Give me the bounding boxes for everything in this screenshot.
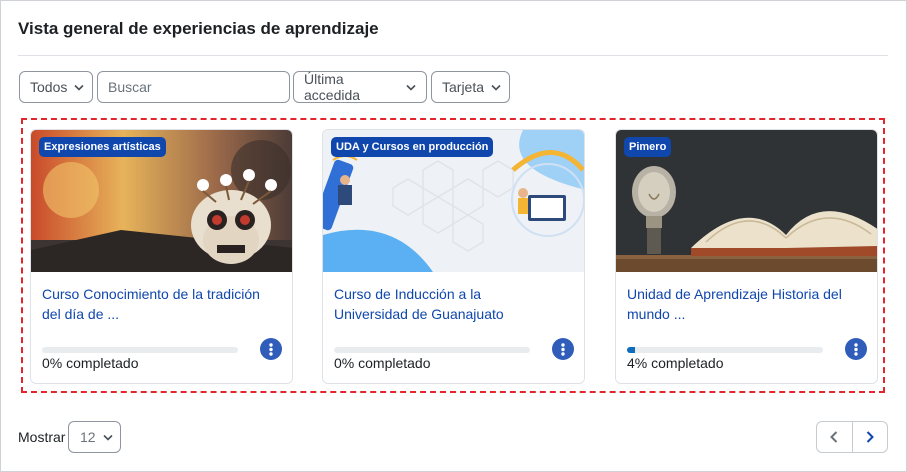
search-input[interactable] — [97, 71, 290, 103]
course-actions-button[interactable] — [260, 338, 282, 360]
course-actions-button[interactable] — [552, 338, 574, 360]
more-options-icon — [854, 342, 858, 356]
course-title-link[interactable]: Curso Conocimiento de la tradición del d… — [42, 284, 262, 324]
course-title-link[interactable]: Unidad de Aprendizaje Historia del mundo… — [627, 284, 847, 324]
grouping-dropdown[interactable]: Todos — [19, 71, 93, 103]
course-title-link[interactable]: Curso de Inducción a la Universidad de G… — [334, 284, 554, 324]
progress-bar — [627, 347, 823, 353]
chevron-down-icon — [74, 84, 84, 91]
divider — [18, 55, 888, 56]
chevron-down-icon — [406, 84, 416, 91]
show-label: Mostrar — [18, 429, 66, 445]
progress-text: 0% completado — [42, 355, 139, 371]
progress-bar — [334, 347, 530, 353]
per-page-value: 12 — [80, 429, 96, 445]
progress-text: 4% completado — [627, 355, 724, 371]
grouping-label: Todos — [30, 79, 68, 95]
category-badge: Expresiones artísticas — [39, 137, 166, 157]
chevron-down-icon — [103, 434, 113, 441]
view-label: Tarjeta — [442, 79, 485, 95]
course-card[interactable]: UDA y Cursos en producción Curso de Indu… — [322, 129, 585, 384]
category-badge: Pimero — [624, 137, 672, 157]
progress-fill — [627, 347, 635, 353]
category-badge: UDA y Cursos en producción — [331, 137, 494, 157]
progress-text: 0% completado — [334, 355, 431, 371]
chevron-right-icon — [866, 431, 874, 443]
next-page-button[interactable] — [853, 422, 888, 452]
more-options-icon — [561, 342, 565, 356]
sort-label: Última accedida — [304, 71, 361, 103]
course-card[interactable]: Expresiones artísticas Curso Conocimient… — [30, 129, 293, 384]
course-actions-button[interactable] — [845, 338, 867, 360]
view-dropdown[interactable]: Tarjeta — [431, 71, 510, 103]
pagination — [816, 421, 888, 453]
course-card[interactable]: Pimero Unidad de Aprendizaje Historia de… — [615, 129, 878, 384]
more-options-icon — [269, 342, 273, 356]
chevron-down-icon — [491, 84, 501, 91]
per-page-dropdown[interactable]: 12 — [68, 421, 121, 453]
sort-dropdown[interactable]: Última accedida — [293, 71, 427, 103]
chevron-left-icon — [830, 431, 838, 443]
progress-bar — [42, 347, 238, 353]
page-title: Vista general de experiencias de aprendi… — [18, 19, 379, 38]
previous-page-button[interactable] — [817, 422, 853, 452]
